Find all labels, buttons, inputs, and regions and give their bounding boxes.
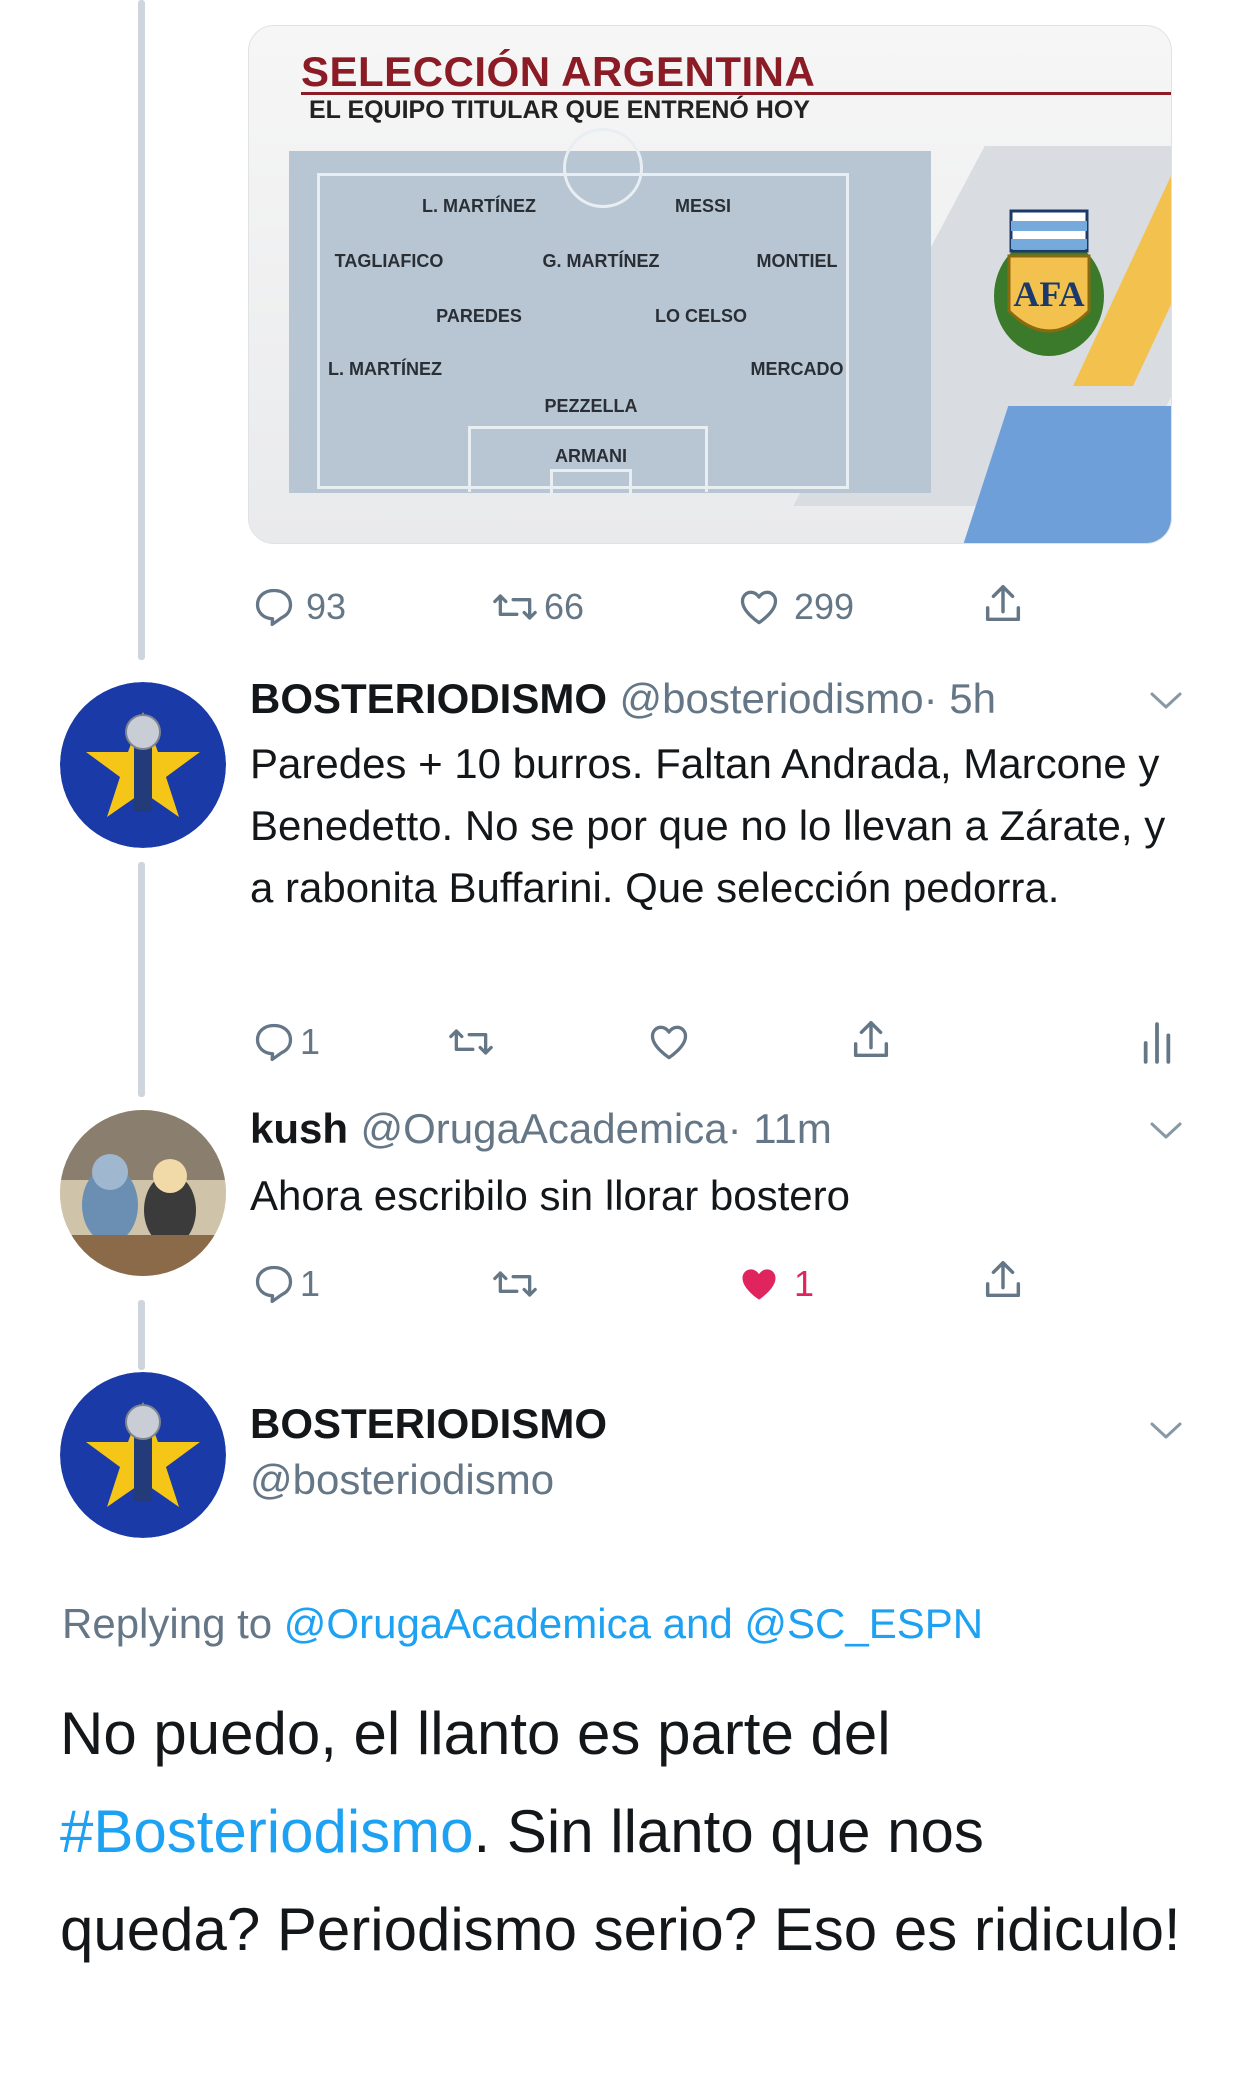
thread-line-bottom	[138, 1300, 145, 1370]
share-icon	[853, 1021, 889, 1058]
hashtag-link[interactable]: #Bosteriodismo	[60, 1798, 474, 1865]
author-handle[interactable]: @bosteriodismo	[250, 1456, 554, 1504]
player-label: G. MARTÍNEZ	[542, 251, 660, 271]
tweet-text-large: No puedo, el llanto es parte del #Boster…	[60, 1685, 1190, 1979]
afa-crest-logo: AFA	[989, 201, 1109, 361]
heart-filled-icon	[742, 1269, 776, 1300]
timestamp[interactable]: · 5h	[924, 675, 996, 722]
reply-button[interactable]: 1	[252, 1262, 320, 1306]
lineup-image-card[interactable]: SELECCIÓN ARGENTINA EL EQUIPO TITULAR QU…	[248, 25, 1172, 544]
reply-button[interactable]: 93	[252, 585, 346, 629]
retweet-button[interactable]	[490, 1262, 540, 1306]
share-icon	[985, 1261, 1021, 1298]
player-label: PEZZELLA	[544, 396, 638, 416]
mention-link[interactable]: @OrugaAcademica	[284, 1600, 651, 1647]
player-label: MONTIEL	[756, 251, 838, 271]
football-pitch: L. MARTÍNEZ MESSI TAGLIAFICO G. MARTÍNEZ…	[289, 128, 931, 495]
retweet-button[interactable]	[446, 1020, 496, 1064]
goal-box	[550, 469, 632, 495]
timestamp[interactable]: · 11m	[728, 1105, 832, 1152]
player-label: TAGLIAFICO	[334, 251, 444, 271]
reply-count: 93	[306, 586, 347, 627]
author-name[interactable]: BOSTERIODISMO	[250, 675, 607, 722]
tweet-text: Paredes + 10 burros. Faltan Andrada, Mar…	[250, 740, 1166, 911]
player-label: L. MARTÍNEZ	[328, 359, 442, 379]
share-button[interactable]	[980, 580, 1026, 628]
thread-line-middle	[138, 862, 145, 1097]
player-label: PAREDES	[436, 306, 522, 326]
analytics-button[interactable]	[1140, 1020, 1174, 1066]
chevron-down-icon[interactable]	[1148, 1118, 1184, 1147]
like-button-active[interactable]: 1	[736, 1262, 814, 1306]
like-count: 299	[794, 586, 855, 627]
share-icon	[985, 585, 1021, 622]
author-name[interactable]: BOSTERIODISMO	[250, 1400, 607, 1448]
player-label: L. MARTÍNEZ	[422, 196, 536, 216]
replying-to: Replying to @OrugaAcademica and @SC_ESPN	[62, 1600, 983, 1648]
avatar[interactable]	[60, 682, 226, 848]
svg-text:AFA: AFA	[1013, 274, 1084, 314]
reply-count: 1	[300, 1021, 321, 1062]
player-label: MERCADO	[750, 359, 844, 379]
heart-icon	[650, 1025, 688, 1060]
replying-and: and	[662, 1600, 733, 1647]
tweet-text: Ahora escribilo sin llorar bostero	[250, 1172, 850, 1219]
player-label: MESSI	[674, 196, 732, 216]
center-circle	[563, 128, 643, 208]
title-underline	[301, 92, 1171, 95]
reply-count: 1	[300, 1263, 321, 1304]
heart-icon	[740, 590, 778, 625]
like-button[interactable]: 299	[736, 585, 854, 629]
player-label: LO CELSO	[654, 306, 748, 326]
author-handle[interactable]: @bosteriodismo	[619, 675, 923, 722]
avatar[interactable]	[60, 1110, 226, 1276]
reply-icon	[255, 1265, 293, 1304]
retweet-icon	[493, 1271, 537, 1297]
pitch-lines	[317, 128, 849, 495]
retweet-icon	[449, 1029, 493, 1055]
card-subtitle: EL EQUIPO TITULAR QUE ENTRENÓ HOY	[309, 96, 810, 124]
analytics-icon	[1143, 1022, 1171, 1064]
player-label: ARMANI	[555, 446, 627, 466]
replying-prefix: Replying to	[62, 1600, 273, 1647]
like-button[interactable]	[646, 1020, 692, 1064]
share-button[interactable]	[980, 1256, 1026, 1304]
reply-icon	[255, 588, 293, 627]
retweet-count: 66	[544, 586, 585, 627]
chevron-down-icon[interactable]	[1148, 688, 1184, 717]
author-name[interactable]: kush	[250, 1105, 348, 1152]
share-button[interactable]	[848, 1016, 894, 1064]
retweet-button[interactable]: 66	[490, 585, 584, 629]
like-count: 1	[794, 1263, 815, 1304]
author-handle[interactable]: @OrugaAcademica	[360, 1105, 727, 1152]
reply-icon	[255, 1023, 293, 1062]
avatar[interactable]	[60, 1372, 226, 1538]
retweet-icon	[493, 594, 537, 620]
card-title: SELECCIÓN ARGENTINA	[301, 48, 816, 95]
mention-link[interactable]: @SC_ESPN	[744, 1600, 983, 1647]
tweet-text-part: No puedo, el llanto es parte del	[60, 1700, 891, 1767]
chevron-down-icon[interactable]	[1148, 1418, 1184, 1447]
thread-line-top	[138, 0, 145, 660]
reply-button[interactable]: 1	[252, 1020, 320, 1064]
